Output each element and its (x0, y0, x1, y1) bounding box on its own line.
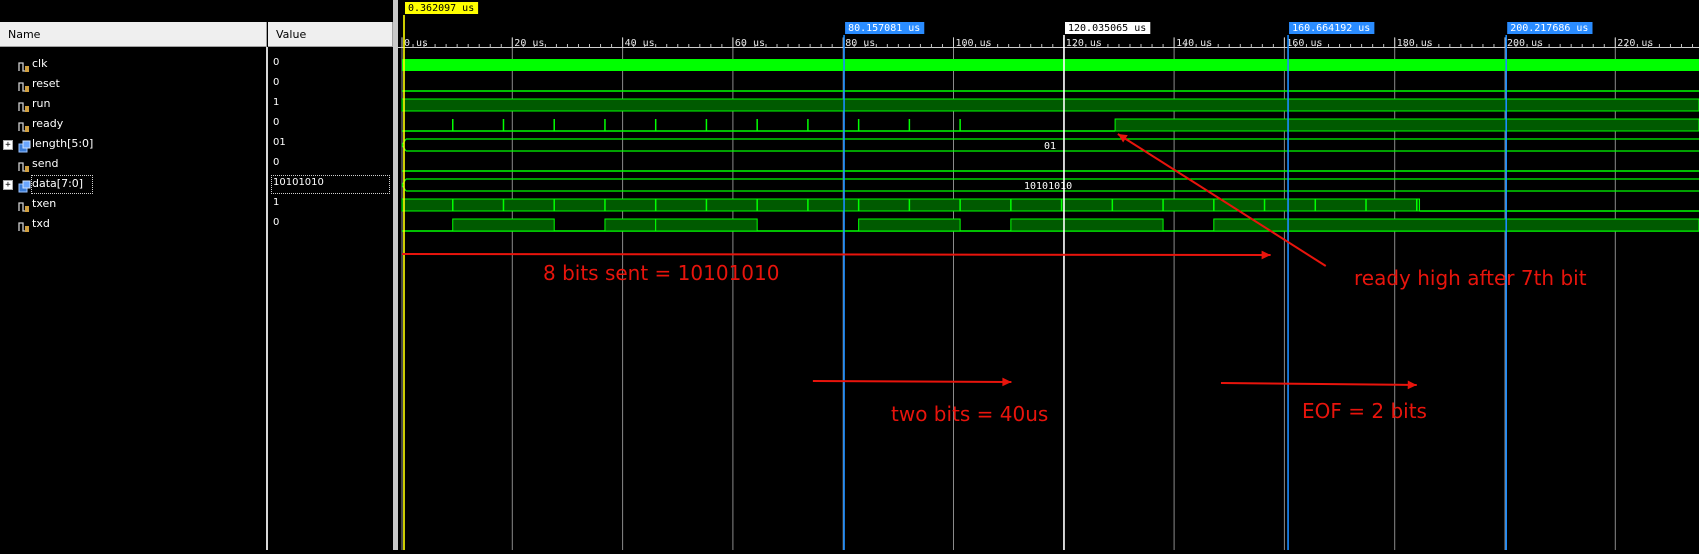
waveform-viewer[interactable]: 0 us 20 us 40 us 60 us 80 us 100 us 120 us 140 … (398, 0, 1699, 550)
cursor-time-label: 200.217686 us (1510, 23, 1588, 34)
signal-row-clk[interactable]: clk 0 (0, 55, 393, 75)
cursor-time-label: 160.664192 us (1292, 23, 1370, 34)
cursor-time-label: 0.362097 us (408, 3, 474, 14)
bit-signal-icon (18, 98, 30, 112)
signal-name: clk (32, 57, 48, 70)
signal-name: run (32, 97, 51, 110)
bit-signal-icon (18, 158, 30, 172)
arrow-shaft (1220, 382, 1417, 386)
value-column-header[interactable]: Value (268, 22, 393, 47)
signal-row-send[interactable]: send 0 (0, 155, 393, 175)
selection-outline (271, 175, 390, 194)
signal-row-length[interactable]: + length[5:0] 01 (0, 135, 393, 155)
cursor-time-label: 80.157081 us (848, 23, 920, 34)
main-cursor: 0.362097 us (403, 2, 479, 550)
signal-name: ready (32, 117, 64, 130)
waveform-canvas[interactable]: 0 us 20 us 40 us 60 us 80 us 100 us 120 us 140 … (398, 0, 1699, 550)
signal-value: 1 (273, 97, 280, 108)
arrow-eof (1220, 380, 1417, 390)
signal-name: reset (32, 77, 60, 90)
bus-value-label: 10101010 (1024, 181, 1072, 192)
signal-value: 01 (273, 137, 286, 148)
signal-row-txd[interactable]: txd 0 (0, 215, 393, 235)
bit-signal-icon (18, 198, 30, 212)
signal-value: 0 (273, 57, 280, 68)
txd-high-segment (1213, 218, 1699, 232)
signal-value: 0 (273, 157, 280, 168)
annotation-bits-sent: 8 bits sent = 10101010 (543, 261, 779, 285)
cursor-time-label: 120.035065 us (1068, 23, 1146, 34)
annotation-two-bits: two bits = 40us (891, 402, 1048, 426)
arrow-two-bits (812, 377, 1012, 387)
clk-wave (402, 59, 1699, 71)
ready-high-segment (1114, 118, 1699, 132)
arrow-shaft (401, 253, 1271, 256)
expand-plus-icon[interactable]: + (3, 180, 13, 190)
signal-row-data[interactable]: + data[7:0] 10101010 (0, 175, 393, 195)
arrow-head (1261, 250, 1271, 260)
txd-high-segment (655, 218, 758, 232)
bit-signal-icon (18, 58, 30, 72)
length-wave: 01 (401, 138, 1699, 152)
time-label: 20 us (514, 38, 544, 49)
run-wave (401, 98, 1699, 112)
selection-outline (31, 175, 93, 194)
txd-wave (402, 218, 1699, 232)
txd-high-segment (858, 218, 961, 232)
ready-wave (402, 118, 1699, 132)
bus-signal-icon (18, 178, 31, 193)
arrow-bits-sent (401, 250, 1271, 260)
expand-plus-icon[interactable]: + (3, 140, 13, 150)
signal-value: 0 (273, 117, 280, 128)
arrow-head (1002, 377, 1012, 387)
time-label: 80 us (845, 38, 875, 49)
txd-high-segment (452, 218, 555, 232)
signal-row-reset[interactable]: reset 0 (0, 75, 393, 95)
data-wave: 10101010 (401, 178, 1699, 192)
signal-value: 1 (273, 197, 280, 208)
arrow-shaft (812, 380, 1012, 383)
bus-value-label: 01 (1044, 141, 1056, 152)
name-column-header[interactable]: Name (0, 22, 267, 47)
signal-name: send (32, 157, 59, 170)
bit-signal-icon (18, 118, 30, 132)
annotation-ready-high: ready high after 7th bit (1354, 266, 1587, 290)
signal-name: length[5:0] (32, 137, 94, 150)
bit-signal-icon (18, 78, 30, 92)
time-ruler: 0 us 20 us 40 us 60 us 80 us 100 us 120 us 140 … (398, 38, 1699, 49)
signal-row-txen[interactable]: txen 1 (0, 195, 393, 215)
signal-row-ready[interactable]: ready 0 (0, 115, 393, 135)
time-label: 40 us (625, 38, 655, 49)
signal-name: txd (32, 217, 50, 230)
txd-high-segment (1010, 218, 1164, 232)
time-label: 60 us (735, 38, 765, 49)
signal-row-run[interactable]: run 1 (0, 95, 393, 115)
bus-signal-icon (18, 138, 31, 153)
arrow-head (1407, 380, 1417, 390)
txd-high-segment (604, 218, 657, 232)
signal-value: 0 (273, 77, 280, 88)
signal-list-pane: Name Value clk 0 reset 0 run 1 ready 0 + length[5… (0, 0, 393, 550)
signal-name: txen (32, 197, 57, 210)
annotation-eof: EOF = 2 bits (1302, 399, 1427, 423)
signal-value: 0 (273, 217, 280, 228)
txen-wave (401, 198, 1699, 212)
bit-signal-icon (18, 218, 30, 232)
